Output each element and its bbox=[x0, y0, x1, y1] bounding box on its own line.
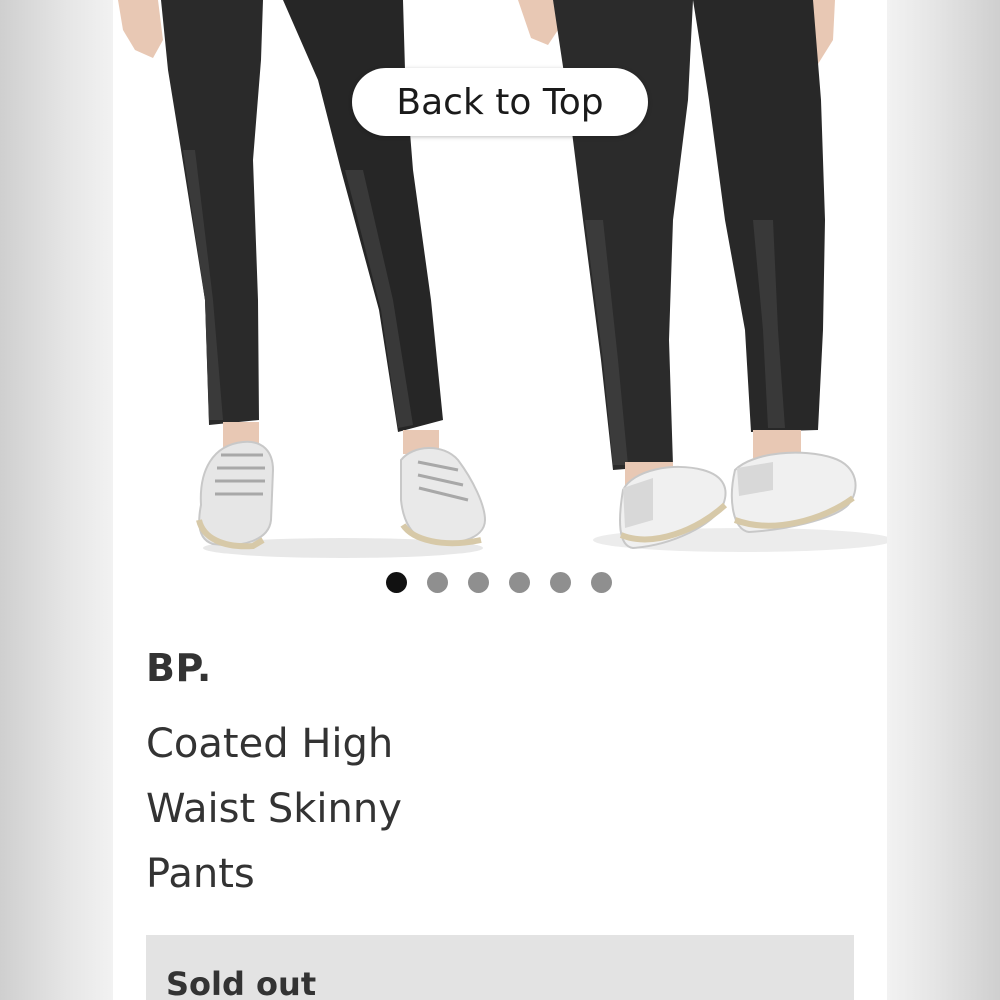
gallery-pagination bbox=[113, 572, 886, 594]
gallery-dot-6[interactable] bbox=[591, 572, 612, 593]
gallery-dot-3[interactable] bbox=[468, 572, 489, 593]
back-to-top-button[interactable]: Back to Top bbox=[352, 68, 648, 136]
gallery-dot-2[interactable] bbox=[427, 572, 448, 593]
gallery-dot-5[interactable] bbox=[550, 572, 571, 593]
availability-banner: Sold out bbox=[146, 935, 854, 1000]
gallery-dot-4[interactable] bbox=[509, 572, 530, 593]
product-page: Back to Top BP. Coated High Waist Skinny… bbox=[113, 0, 887, 1000]
left-background bbox=[0, 0, 113, 1000]
right-background bbox=[887, 0, 1000, 1000]
product-title: Coated High Waist Skinny Pants bbox=[146, 721, 402, 897]
product-image-gallery[interactable]: Back to Top bbox=[113, 0, 887, 560]
gallery-dot-1[interactable] bbox=[386, 572, 407, 593]
product-brand[interactable]: BP. bbox=[146, 646, 212, 690]
sold-out-label: Sold out bbox=[166, 965, 317, 1000]
